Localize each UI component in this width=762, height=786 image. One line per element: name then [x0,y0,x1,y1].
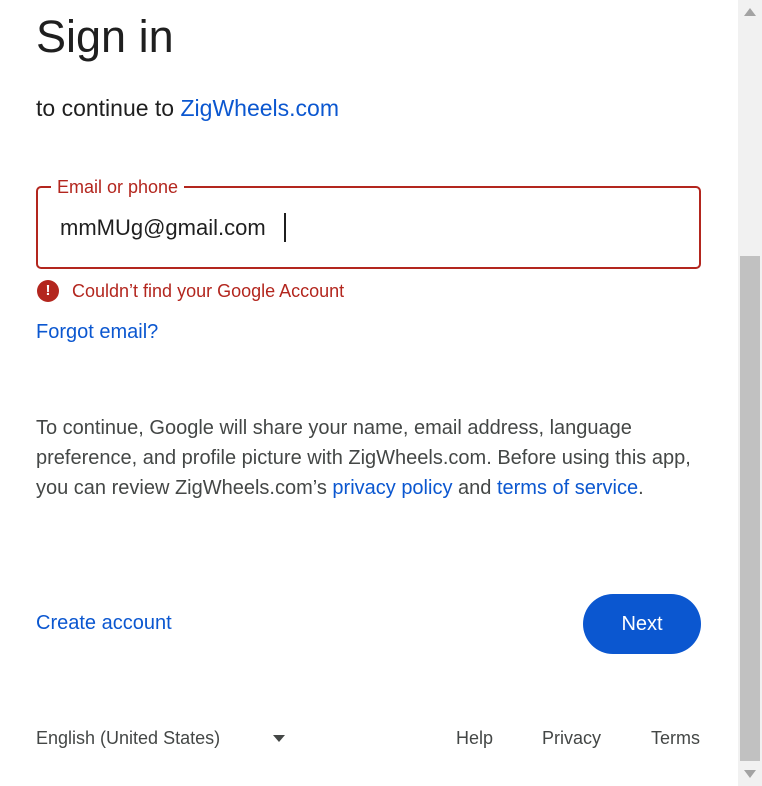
scroll-down-arrow-icon[interactable] [744,770,756,778]
create-account-button[interactable]: Create account [36,609,172,637]
app-name-link[interactable]: ZigWheels.com [181,95,339,121]
consent-text: To continue, Google will share your name… [36,413,716,503]
caret-down-icon[interactable] [273,735,285,742]
page-subtitle: to continue to ZigWheels.com [36,93,339,123]
scroll-up-arrow-icon[interactable] [744,8,756,16]
help-link[interactable]: Help [456,726,493,750]
email-field-label: Email or phone [51,176,185,198]
email-field[interactable] [60,212,680,244]
error-icon: ! [37,280,59,302]
scrollbar-thumb[interactable] [740,256,760,761]
terms-link[interactable]: Terms [651,726,700,750]
terms-of-service-link[interactable]: terms of service [497,477,638,499]
forgot-email-link[interactable]: Forgot email? [36,318,158,346]
privacy-link[interactable]: Privacy [542,726,601,750]
next-button[interactable]: Next [583,594,701,654]
subtitle-prefix: to continue to [36,95,181,121]
text-cursor [284,213,286,242]
language-selector[interactable]: English (United States) [36,726,220,750]
error-message: Couldn’t find your Google Account [72,281,345,301]
page-title: Sign in [36,11,174,62]
consent-text-part: . [638,477,644,499]
consent-text-part: and [452,477,497,499]
privacy-policy-link[interactable]: privacy policy [332,477,452,499]
